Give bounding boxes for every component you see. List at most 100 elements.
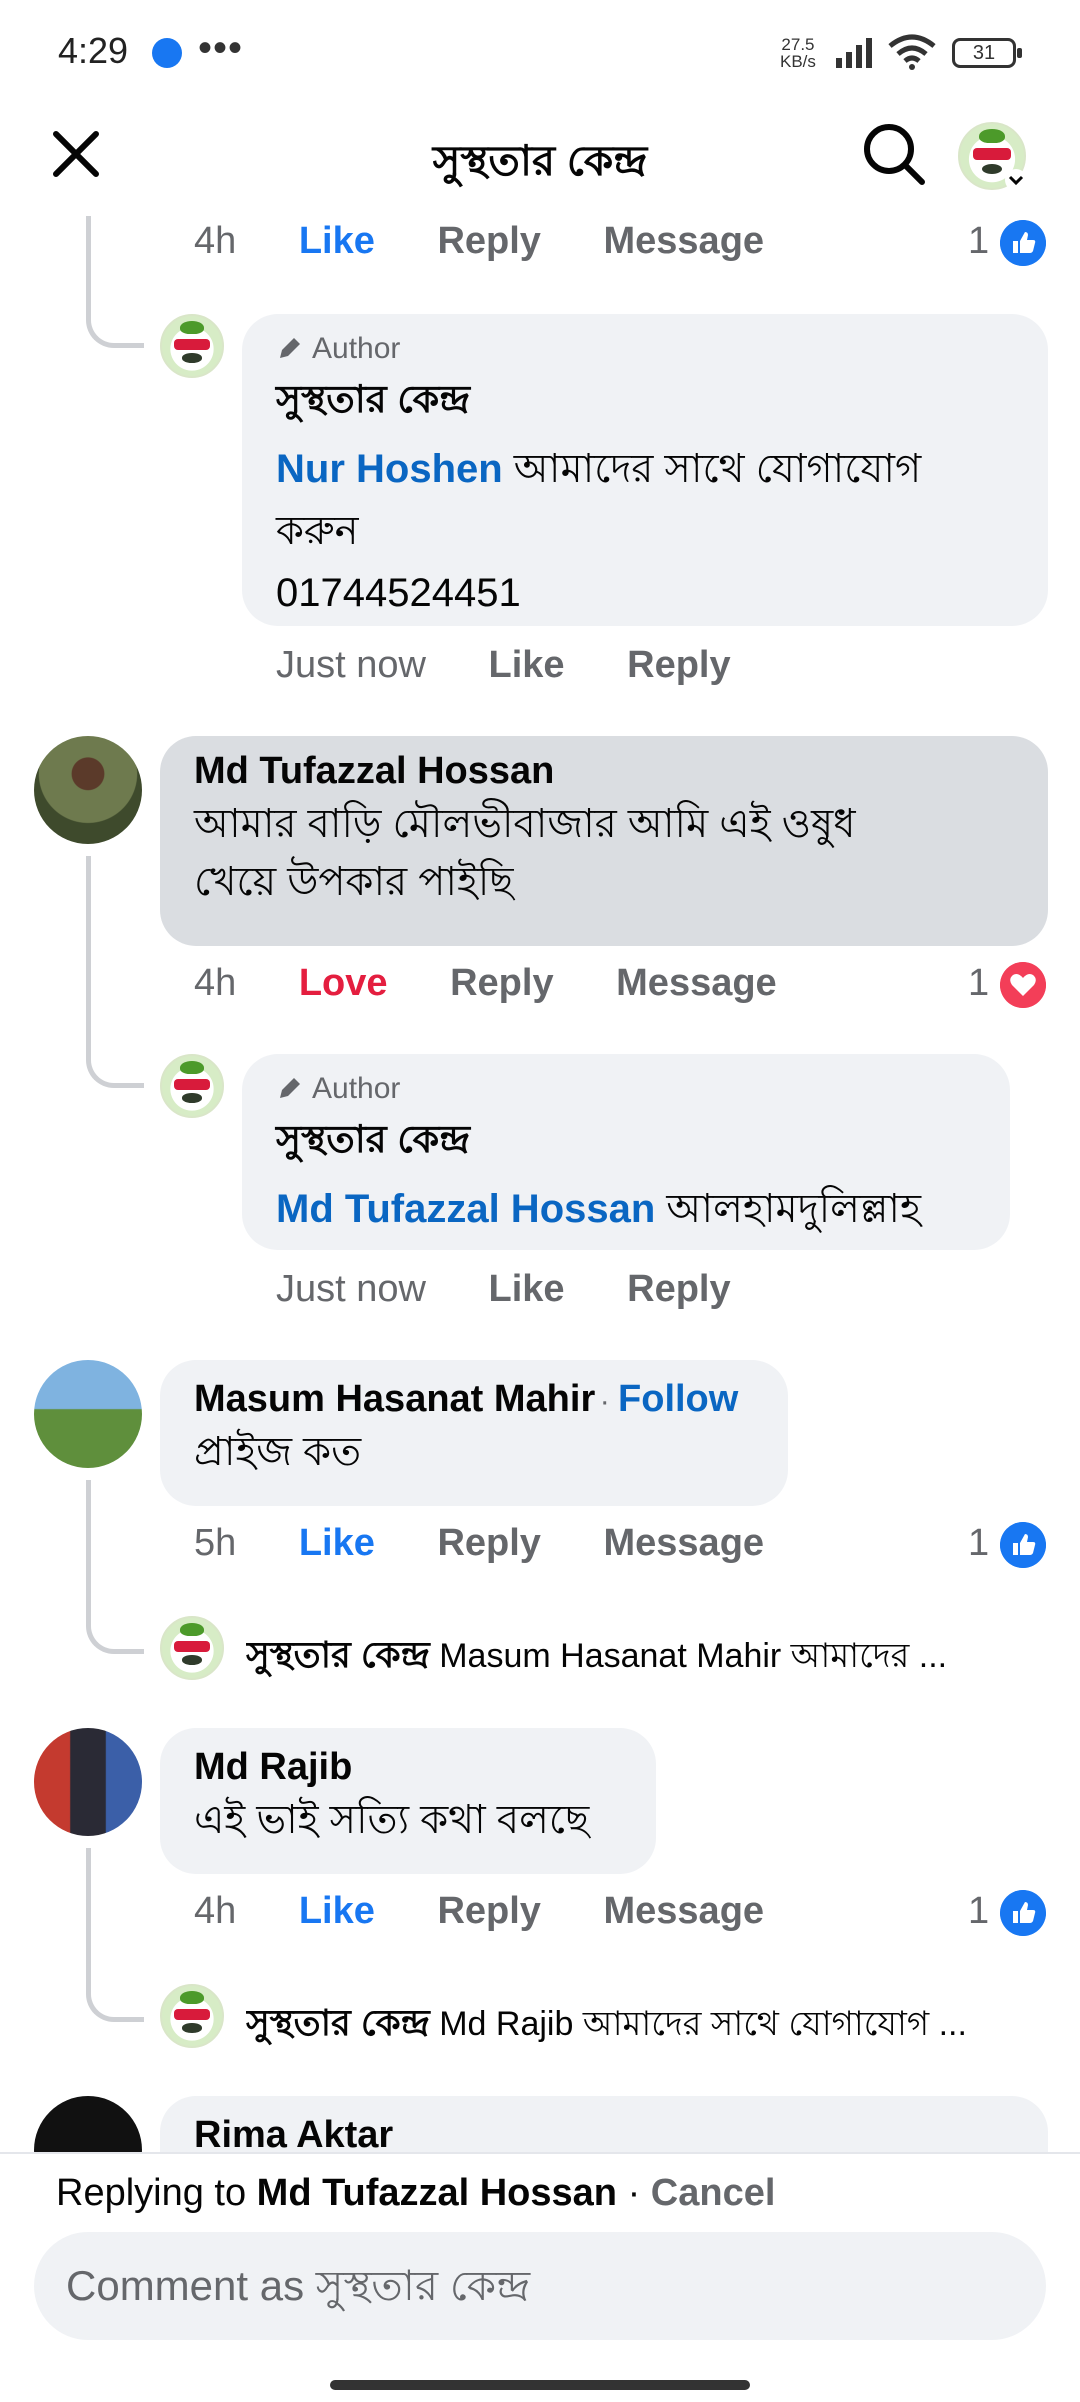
- comment-actions: 4h Like Reply Message: [194, 220, 816, 263]
- comment-actions: 4h Love Reply Message: [194, 962, 829, 1005]
- author-avatar[interactable]: [160, 1616, 224, 1680]
- reply-time: Just now: [276, 644, 426, 686]
- comment-time: 4h: [194, 962, 237, 1004]
- message-button[interactable]: Message: [604, 1890, 765, 1932]
- commenter-avatar[interactable]: [34, 1728, 142, 1836]
- separator: ·: [617, 2172, 651, 2214]
- reaction-count: 1: [968, 1890, 990, 1932]
- commenter-name[interactable]: সুস্থতার কেন্দ্র: [246, 1634, 430, 1675]
- author-avatar[interactable]: [160, 1984, 224, 2048]
- like-button[interactable]: Like: [299, 220, 375, 262]
- mention-link[interactable]: Md Tufazzal Hossan: [276, 1187, 655, 1231]
- reply-actions: Just now Like Reply: [276, 644, 783, 687]
- cancel-reply-button[interactable]: Cancel: [651, 2172, 776, 2214]
- pencil-icon: [280, 1078, 300, 1098]
- pencil-icon: [280, 338, 300, 358]
- commenter-name[interactable]: Rima Aktar: [194, 2114, 1014, 2157]
- reply-time: Just now: [276, 1268, 426, 1310]
- love-reaction-icon[interactable]: [1000, 962, 1046, 1008]
- network-speed-unit: KB/s: [780, 52, 816, 71]
- home-indicator[interactable]: [330, 2380, 750, 2390]
- thread-line: [86, 1848, 144, 2022]
- comment-text: এই ভাই সত্যি কথা বলছে: [194, 1798, 590, 1842]
- like-button[interactable]: Like: [299, 1522, 375, 1564]
- reply-actions: Just now Like Reply: [276, 1268, 783, 1311]
- message-button[interactable]: Message: [604, 220, 765, 262]
- replying-to-name: Md Tufazzal Hossan: [256, 2172, 618, 2214]
- comment-actions: 5h Like Reply Message: [194, 1522, 816, 1565]
- comment-text: আমার বাড়ি মৌলভীবাজার আমি এই ওষুধ: [194, 802, 856, 846]
- reply-bubble: Author সুস্থতার কেন্দ্র Nur Hoshen আমাদে…: [242, 314, 1048, 626]
- reply-button[interactable]: Reply: [437, 1890, 540, 1932]
- thread-line: [86, 216, 144, 348]
- commenter-name[interactable]: সুস্থতার কেন্দ্র: [276, 1110, 976, 1174]
- author-badge-label: Author: [312, 1072, 401, 1105]
- network-speed-value: 27.5: [781, 35, 815, 54]
- collapsed-reply-text: Masum Hasanat Mahir আমাদের ...: [429, 1637, 948, 1675]
- top-app-bar: সুস্থতার কেন্দ্র: [0, 100, 1080, 210]
- author-badge: Author: [276, 1072, 976, 1106]
- like-button[interactable]: Like: [489, 1268, 565, 1310]
- thread-line: [86, 1480, 144, 1654]
- replying-label: Replying to: [56, 2172, 257, 2214]
- commenter-avatar[interactable]: [34, 736, 142, 844]
- reply-button[interactable]: Reply: [437, 1522, 540, 1564]
- commenter-name[interactable]: Md Tufazzal Hossan: [194, 750, 1014, 793]
- clock: 4:29: [58, 30, 129, 71]
- author-badge-label: Author: [312, 332, 401, 365]
- like-reaction-icon[interactable]: [1000, 1890, 1046, 1936]
- author-avatar[interactable]: [160, 314, 224, 378]
- author-badge: Author: [276, 332, 1014, 366]
- reply-button[interactable]: Reply: [437, 220, 540, 262]
- replying-to-bar: Replying to Md Tufazzal Hossan · Cancel: [56, 2172, 775, 2215]
- comment-text-line: করুন: [276, 509, 359, 553]
- comment-bubble: Md Rajib এই ভাই সত্যি কথা বলছে: [160, 1728, 656, 1874]
- comment-composer: Replying to Md Tufazzal Hossan · Cancel: [0, 2152, 1080, 2402]
- mention-link[interactable]: Nur Hoshen: [276, 447, 503, 491]
- comment-text-line: খেয়ে উপকার পাইছি: [194, 860, 514, 904]
- search-icon[interactable]: [860, 120, 928, 188]
- like-button[interactable]: Like: [299, 1890, 375, 1932]
- commenter-header: Masum Hasanat Mahir · Follow: [194, 1378, 739, 1420]
- comment-input[interactable]: [34, 2232, 1046, 2340]
- thread-line: [86, 856, 144, 1088]
- commenter-name[interactable]: Masum Hasanat Mahir: [194, 1378, 595, 1420]
- chevron-down-icon[interactable]: [1004, 168, 1028, 192]
- commenter-name[interactable]: Md Rajib: [194, 1746, 622, 1789]
- comment-text: প্রাইজ কত: [194, 1430, 362, 1474]
- reply-button[interactable]: Reply: [450, 962, 553, 1004]
- reaction-count: 1: [968, 1522, 990, 1564]
- wifi-icon: [888, 34, 936, 70]
- status-bar: 4:29 ••• 27.5 KB/s 31: [0, 0, 1080, 100]
- comment-text: Md Tufazzal Hossan আলহামদুলিল্লাহ: [276, 1178, 976, 1240]
- commenter-avatar[interactable]: [34, 1360, 142, 1468]
- reaction-count: 1: [968, 220, 990, 262]
- comment-bubble: Md Tufazzal Hossan আমার বাড়ি মৌলভীবাজার…: [160, 736, 1048, 946]
- love-button[interactable]: Love: [299, 962, 388, 1004]
- comment-time: 5h: [194, 1522, 237, 1564]
- author-avatar[interactable]: [160, 1054, 224, 1118]
- reply-button[interactable]: Reply: [627, 1268, 730, 1310]
- phone-number: 01744524451: [276, 571, 521, 615]
- comment-time: 4h: [194, 1890, 237, 1932]
- reply-bubble: Author সুস্থতার কেন্দ্র Md Tufazzal Hoss…: [242, 1054, 1010, 1250]
- comment-time: 4h: [194, 220, 237, 262]
- message-button[interactable]: Message: [616, 962, 777, 1004]
- comment-text: Nur Hoshen আমাদের সাথে যোগাযোগ: [276, 438, 1014, 500]
- follow-button[interactable]: Follow: [618, 1378, 738, 1420]
- commenter-name[interactable]: সুস্থতার কেন্দ্র: [246, 2002, 430, 2043]
- reaction-count: 1: [968, 962, 990, 1004]
- messenger-icon: [152, 38, 182, 68]
- comment-actions: 4h Like Reply Message: [194, 1890, 816, 1933]
- like-button[interactable]: Like: [489, 644, 565, 686]
- message-button[interactable]: Message: [604, 1522, 765, 1564]
- commenter-name[interactable]: সুস্থতার কেন্দ্র: [276, 370, 1014, 434]
- reply-button[interactable]: Reply: [627, 644, 730, 686]
- collapsed-reply[interactable]: সুস্থতার কেন্দ্র Masum Hasanat Mahir আমা…: [246, 1628, 1036, 1688]
- network-speed: 27.5 KB/s: [780, 36, 816, 70]
- more-notifications-icon: •••: [198, 26, 244, 70]
- like-reaction-icon[interactable]: [1000, 1522, 1046, 1568]
- collapsed-reply[interactable]: সুস্থতার কেন্দ্র Md Rajib আমাদের সাথে যো…: [246, 1996, 1036, 2056]
- like-reaction-icon[interactable]: [1000, 220, 1046, 266]
- signal-icon: [836, 38, 872, 68]
